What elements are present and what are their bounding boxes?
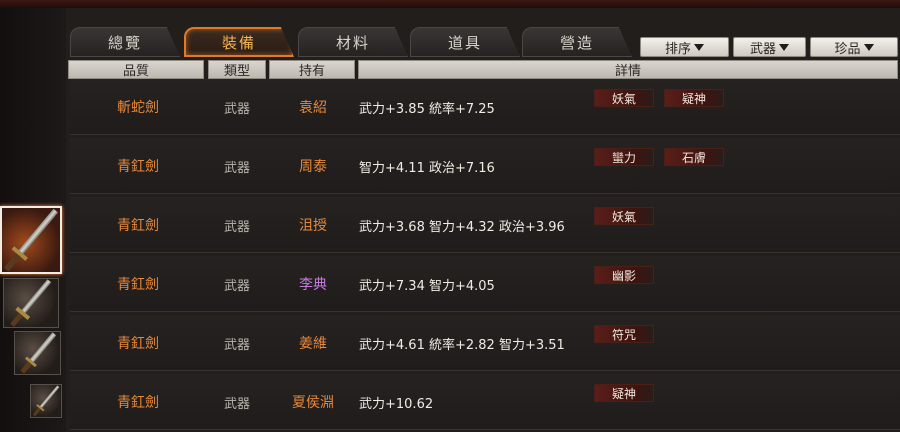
weapon-thumbnail[interactable] (30, 384, 62, 418)
rare-filter-label: 珍品 (834, 41, 861, 57)
item-detail: 武力+10.62 (359, 396, 434, 412)
item-type: 武器 (223, 219, 250, 235)
table-row[interactable]: 青釭劍 武器 姜維 武力+4.61 統率+2.82 智力+3.51 符咒 (70, 315, 900, 371)
item-owner: 姜維 (299, 336, 327, 352)
item-name: 青釭劍 (117, 336, 159, 352)
item-detail: 武力+3.85 統率+7.25 (359, 101, 495, 117)
item-owner: 李典 (299, 277, 327, 293)
column-header-quality[interactable]: 品質 (68, 60, 204, 79)
tab-items[interactable]: 道具 (410, 27, 520, 57)
item-owner: 夏侯淵 (292, 395, 334, 411)
chevron-down-icon (863, 43, 874, 51)
rare-filter-dropdown[interactable]: 珍品 (810, 37, 898, 57)
item-detail: 武力+3.68 智力+4.32 政治+3.96 (359, 219, 565, 235)
chevron-down-icon (779, 43, 789, 51)
item-owner: 沮授 (299, 218, 327, 234)
sword-icon (4, 208, 58, 272)
item-name: 斬蛇劍 (117, 100, 159, 116)
item-detail: 武力+7.34 智力+4.05 (359, 278, 495, 294)
column-header-owner[interactable]: 持有 (269, 60, 355, 79)
item-name: 青釭劍 (117, 218, 159, 234)
table-row[interactable]: 斬蛇劍 武器 袁紹 武力+3.85 統率+7.25 妖氣 疑神 (70, 79, 900, 135)
weapon-thumbnail-selected[interactable] (0, 206, 62, 274)
item-type: 武器 (223, 101, 250, 117)
item-name: 青釭劍 (117, 395, 159, 411)
trait-badge[interactable]: 妖氣 (594, 89, 654, 107)
item-type: 武器 (223, 278, 250, 294)
sword-icon (10, 279, 52, 327)
tab-equipment[interactable]: 裝備 (184, 27, 294, 57)
trait-badge[interactable]: 疑神 (594, 384, 654, 402)
sword-icon (32, 385, 60, 417)
weapon-filter-label: 武器 (749, 41, 776, 57)
weapon-thumbnail[interactable] (14, 331, 61, 375)
item-detail: 智力+4.11 政治+7.16 (359, 160, 495, 176)
weapon-thumbnail[interactable] (3, 278, 59, 328)
column-header-type[interactable]: 類型 (208, 60, 266, 79)
item-detail: 武力+4.61 統率+2.82 智力+3.51 (359, 337, 565, 353)
item-owner: 袁紹 (299, 100, 327, 116)
trait-badge[interactable]: 石膚 (664, 148, 724, 166)
item-owner: 周泰 (299, 159, 327, 175)
trait-badge[interactable]: 疑神 (664, 89, 724, 107)
item-type: 武器 (223, 160, 250, 176)
item-type: 武器 (223, 396, 250, 412)
table-row[interactable]: 青釭劍 武器 周泰 智力+4.11 政治+7.16 蠻力 石膚 (70, 138, 900, 194)
tab-overview[interactable]: 總覽 (70, 27, 180, 57)
item-type: 武器 (223, 337, 250, 353)
item-name: 青釭劍 (117, 159, 159, 175)
weapon-filter-dropdown[interactable]: 武器 (733, 37, 806, 57)
sort-dropdown[interactable]: 排序 (640, 37, 729, 57)
table-row[interactable]: 青釭劍 武器 沮授 武力+3.68 智力+4.32 政治+3.96 妖氣 (70, 197, 900, 253)
item-name: 青釭劍 (117, 277, 159, 293)
chevron-down-icon (694, 43, 704, 51)
trait-badge[interactable]: 符咒 (594, 325, 654, 343)
tab-materials[interactable]: 材料 (298, 27, 408, 57)
trait-badge[interactable]: 妖氣 (594, 207, 654, 225)
trait-badge[interactable]: 蠻力 (594, 148, 654, 166)
tab-construction[interactable]: 營造 (522, 27, 632, 57)
table-row[interactable]: 青釭劍 武器 夏侯淵 武力+10.62 疑神 (70, 374, 900, 430)
trait-badge[interactable]: 幽影 (594, 266, 654, 284)
table-row[interactable]: 青釭劍 武器 李典 武力+7.34 智力+4.05 幽影 (70, 256, 900, 312)
sort-label: 排序 (664, 41, 691, 57)
column-header-detail[interactable]: 詳情 (358, 60, 898, 79)
sword-icon (19, 332, 56, 374)
